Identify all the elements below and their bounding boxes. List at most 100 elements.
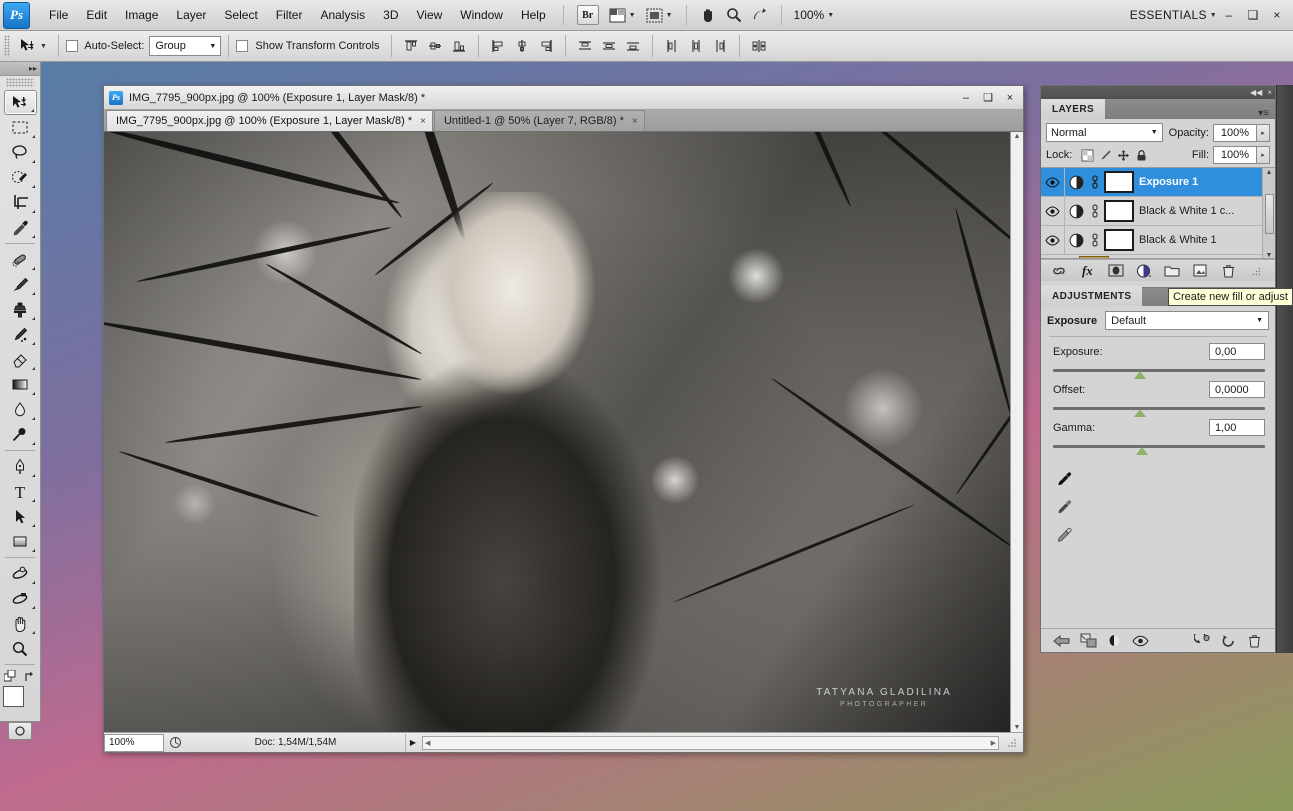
scroll-down-arrow-icon[interactable]: ▼ [1014,724,1021,731]
screen-mode-caret-icon[interactable]: ▼ [666,12,673,19]
tool-expand-triangle-icon[interactable] [32,160,35,163]
auto-select-checkbox-row[interactable]: Auto-Select: [66,40,149,52]
tool-gradient[interactable] [4,372,37,397]
zoom-tool-shortcut[interactable] [723,4,745,26]
align-left-edges-button[interactable] [487,36,509,56]
menu-item-help[interactable]: Help [512,4,555,26]
set-gray-point-eyedropper-button[interactable] [1055,499,1275,519]
offset-value-field[interactable]: 0,0000 [1209,381,1265,398]
tool-eyedropper[interactable] [4,215,37,240]
show-transform-controls-checkbox[interactable] [236,40,248,52]
tool-rectangular-marquee[interactable] [4,115,37,140]
set-white-point-eyedropper-button[interactable] [1055,527,1275,547]
canvas-horizontal-scrollbar[interactable]: ◀ ▶ [422,736,999,750]
offset-slider-thumb[interactable] [1134,409,1146,417]
default-colors-icon[interactable] [4,670,17,683]
delete-adjustment-button[interactable] [1241,631,1267,651]
tool-expand-triangle-icon[interactable] [32,235,35,238]
zoom-level-caret-icon[interactable]: ▼ [827,12,834,19]
clip-to-layer-button[interactable] [1075,631,1101,651]
tab-adjustments[interactable]: ADJUSTMENTS [1041,286,1142,306]
layers-list-scrollbar[interactable]: ▲ ▼ [1262,168,1275,259]
tool-expand-triangle-icon[interactable] [32,342,35,345]
tool-expand-triangle-icon[interactable] [32,606,35,609]
set-black-point-eyedropper-button[interactable] [1055,471,1275,491]
document-tab-close-icon[interactable]: × [420,116,426,127]
distribute-left-edges-button[interactable] [661,36,683,56]
options-bar-grip[interactable] [4,35,10,57]
tool-expand-triangle-icon[interactable] [32,631,35,634]
tool-expand-triangle-icon[interactable] [32,210,35,213]
document-tab-untitled1[interactable]: Untitled-1 @ 50% (Layer 7, RGB/8) * × [434,110,645,131]
toolbox-collapse-bar[interactable]: ▸▸ [0,62,40,76]
fill-field[interactable]: 100% [1213,146,1257,164]
scroll-up-arrow-icon[interactable]: ▲ [1014,133,1021,140]
layer-visibility-toggle[interactable] [1041,168,1065,196]
canvas-vertical-scrollbar[interactable]: ▲ ▼ [1010,132,1023,732]
layer-row-black-white-1[interactable]: Black & White 1 [1041,226,1275,255]
exposure-value-field[interactable]: 0,00 [1209,343,1265,360]
blend-mode-dropdown[interactable]: Normal ▼ [1046,123,1163,142]
view-extras-caret-icon[interactable]: ▼ [629,12,636,19]
reset-adjustment-button[interactable] [1215,631,1241,651]
tool-expand-triangle-icon[interactable] [31,109,34,112]
menu-item-image[interactable]: Image [116,4,167,26]
foreground-color-swatch[interactable] [3,686,24,707]
screen-mode-button[interactable]: ▼ [643,4,676,26]
tool-preset-caret-icon[interactable]: ▼ [40,43,47,50]
canvas-area[interactable]: TATYANA GLADILINA PHOTOGRAPHER ▲ ▼ [104,132,1023,732]
menu-item-file[interactable]: File [40,4,77,26]
swap-colors-icon[interactable] [24,670,37,683]
align-right-edges-button[interactable] [535,36,557,56]
menu-item-window[interactable]: Window [451,4,512,26]
view-extras-button[interactable]: ▼ [606,4,639,26]
menu-item-view[interactable]: View [407,4,451,26]
link-layers-button[interactable] [1049,262,1069,280]
tool-horizontal-type[interactable]: T [4,479,37,504]
document-tab-close-icon[interactable]: × [632,116,638,127]
adjustment-preset-dropdown[interactable]: Default ▼ [1105,311,1269,330]
layer-row-exposure-1[interactable]: Exposure 1 [1041,168,1275,197]
hand-tool-shortcut[interactable] [697,4,719,26]
tool-rotate-3d-object[interactable] [4,561,37,586]
tool-expand-triangle-icon[interactable] [32,292,35,295]
tool-expand-triangle-icon[interactable] [32,474,35,477]
tool-expand-triangle-icon[interactable] [32,392,35,395]
dock-close-icon[interactable]: × [1267,88,1272,97]
toggle-layer-visibility-button[interactable] [1101,631,1127,651]
exposure-slider-track[interactable] [1053,369,1265,372]
tool-hand[interactable] [4,611,37,636]
layer-row-partial[interactable] [1041,255,1275,259]
tool-quick-selection[interactable] [4,165,37,190]
tool-lasso[interactable] [4,140,37,165]
tool-move[interactable] [4,90,37,115]
return-to-adjustment-list-button[interactable] [1049,631,1075,651]
tool-blur[interactable] [4,397,37,422]
status-proxy-icon[interactable] [164,736,186,749]
tool-history-brush[interactable] [4,322,37,347]
quick-mask-mode-button[interactable] [8,722,32,740]
opacity-field[interactable]: 100% [1213,124,1257,142]
tool-expand-triangle-icon[interactable] [32,317,35,320]
document-minimize-button[interactable]: – [955,89,977,107]
tool-path-selection[interactable] [4,504,37,529]
gamma-slider-thumb[interactable] [1136,447,1148,455]
document-tab-img7795[interactable]: IMG_7795_900px.jpg @ 100% (Exposure 1, L… [106,110,433,131]
resize-grip-icon[interactable] [1001,737,1023,748]
close-button[interactable]: × [1265,4,1289,26]
tool-crop[interactable] [4,190,37,215]
photo-image[interactable]: TATYANA GLADILINA PHOTOGRAPHER [104,132,1010,732]
maximize-button[interactable]: ❑ [1241,4,1265,26]
menu-item-filter[interactable]: Filter [267,4,312,26]
distribute-vertical-centers-button[interactable] [598,36,620,56]
menu-item-3d[interactable]: 3D [374,4,407,26]
rotate-view-tool-shortcut[interactable] [749,4,771,26]
show-transform-controls-row[interactable]: Show Transform Controls [236,40,384,52]
delete-layer-button[interactable] [1219,262,1239,280]
tool-clone-stamp[interactable] [4,297,37,322]
scrollbar-thumb[interactable] [1265,194,1274,234]
lock-transparent-pixels-button[interactable] [1078,147,1096,163]
tool-dodge[interactable] [4,422,37,447]
fill-spinner-icon[interactable]: ▸ [1257,146,1270,164]
tool-expand-triangle-icon[interactable] [32,549,35,552]
